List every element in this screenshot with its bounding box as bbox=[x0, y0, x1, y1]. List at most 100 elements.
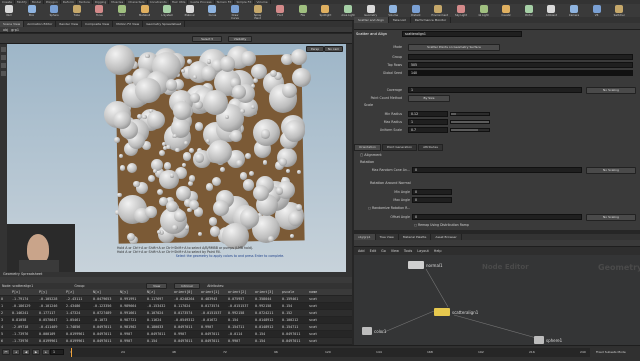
spreadsheet-column-header[interactable]: orient[2] bbox=[227, 289, 254, 295]
step-back-icon[interactable]: ◂ bbox=[12, 349, 20, 355]
node-name-field[interactable]: scatteralign1 bbox=[402, 31, 522, 37]
timeline-ruler[interactable]: 124487296120144168192216240 bbox=[70, 348, 590, 357]
shelf-tab[interactable]: Create bbox=[0, 0, 15, 4]
shelf-tab[interactable]: Muscles bbox=[109, 0, 127, 4]
max-radius-field[interactable]: 1 bbox=[408, 119, 448, 125]
offset-angle-field[interactable]: 0 bbox=[412, 214, 582, 220]
min-radius-slider[interactable] bbox=[450, 112, 490, 116]
spreadsheet-column-header[interactable]: orient[3] bbox=[254, 289, 281, 295]
network-menu-item[interactable]: Layout bbox=[417, 249, 429, 253]
table-row[interactable]: 5 -1.73976 0.000109 0.0199961 0.0497011 0.990… bbox=[0, 331, 352, 337]
play-icon[interactable]: ▶ bbox=[32, 349, 40, 355]
table-row[interactable]: 0 -1.79174 -0.105228 -2.43111 0.0479653 0.991… bbox=[0, 296, 352, 302]
spreadsheet-column-header[interactable]: orient[1] bbox=[200, 289, 227, 295]
params-subtab[interactable]: Point Generation bbox=[381, 144, 418, 151]
spreadsheet-column-header[interactable]: name bbox=[308, 289, 335, 295]
top-rows-field[interactable]: 505 bbox=[408, 62, 633, 68]
point-count-dropdown[interactable]: By Size bbox=[408, 95, 450, 102]
shelf-tab[interactable]: Modify bbox=[15, 0, 30, 4]
path-obj[interactable]: obj bbox=[3, 28, 8, 32]
scale-tool-icon[interactable] bbox=[1, 71, 6, 76]
selection-dropdown[interactable]: Select ▾ bbox=[192, 36, 222, 42]
node-scatteralign1[interactable]: scatteralign1 bbox=[434, 308, 478, 316]
playhead[interactable] bbox=[71, 348, 72, 357]
shelf-tool-button[interactable]: Box bbox=[25, 5, 39, 19]
node-sphere1[interactable]: sphere1 bbox=[534, 336, 562, 344]
max-random-field[interactable]: 0 bbox=[412, 167, 582, 173]
coverage-scaling-dropdown[interactable]: No Scaling bbox=[586, 87, 636, 94]
node-color1[interactable]: color1 bbox=[362, 327, 386, 335]
node-normal1[interactable]: normal1 bbox=[408, 261, 443, 269]
table-row[interactable]: 6 -1.73976 0.0199961 0.0199961 0.0497011 0.99… bbox=[0, 338, 352, 344]
spreadsheet-column-header[interactable]: orient[0] bbox=[173, 289, 200, 295]
coverage-field[interactable]: 1 bbox=[408, 87, 582, 93]
spreadsheet-column-header[interactable]: P[y] bbox=[38, 289, 65, 295]
shelf-tool-button[interactable]: Draw Curve bbox=[228, 5, 242, 20]
shelf-tool-button[interactable]: Grid bbox=[115, 5, 129, 19]
shelf-tool-button[interactable]: Torus bbox=[92, 5, 106, 19]
network-menu-item[interactable]: Help bbox=[434, 249, 442, 253]
max-angle-field[interactable]: 0 bbox=[412, 197, 452, 203]
network-menu-item[interactable]: Edit bbox=[370, 249, 377, 253]
current-frame-field[interactable]: 1 bbox=[50, 349, 64, 355]
shelf-tab[interactable]: Polygon bbox=[44, 0, 61, 4]
spreadsheet-column-header[interactable]: P[z] bbox=[65, 289, 92, 295]
spreadsheet-column-header[interactable]: P[x] bbox=[11, 289, 38, 295]
network-menu-item[interactable]: Tools bbox=[404, 249, 412, 253]
params-subtab[interactable]: Attributes bbox=[418, 144, 443, 151]
shelf-tab[interactable]: Hair Utils bbox=[170, 0, 189, 4]
uniform-scale-slider[interactable] bbox=[450, 128, 490, 132]
visibility-dropdown[interactable]: Visibility bbox=[228, 36, 252, 42]
shelf-tab[interactable]: Texture bbox=[77, 0, 93, 4]
shelf-tool-button[interactable]: Curve bbox=[205, 5, 219, 19]
shelf-tool-button[interactable]: Sphere bbox=[47, 5, 61, 19]
params-subtab[interactable]: Orientation bbox=[354, 144, 381, 151]
path-node[interactable]: grp1 bbox=[11, 28, 19, 32]
global-seed-field[interactable]: 140 bbox=[408, 70, 633, 76]
3d-viewport[interactable]: Persp No cam Hold A or Ctrl+A or Shift+A… bbox=[7, 44, 346, 272]
rotate-tool-icon[interactable] bbox=[1, 63, 6, 68]
network-menu-item[interactable]: Go bbox=[381, 249, 386, 253]
go-start-icon[interactable]: ⏮ bbox=[2, 349, 10, 355]
shelf-tab[interactable]: Model bbox=[30, 0, 44, 4]
network-menu-item[interactable]: Add bbox=[358, 249, 365, 253]
min-angle-field[interactable]: 0 bbox=[412, 189, 452, 195]
shelf-tool-button[interactable]: File bbox=[296, 5, 310, 19]
shelf-tab[interactable]: Volume bbox=[254, 0, 271, 4]
table-row[interactable]: 2 0.146241 0.177117 1.47324 0.0727489 0.99166… bbox=[0, 310, 352, 316]
step-forward-icon[interactable]: ▸ bbox=[42, 349, 50, 355]
spreadsheet-column-header[interactable]: N[y] bbox=[119, 289, 146, 295]
shelf-tab[interactable]: Guide Process bbox=[188, 0, 215, 4]
shelf-tab[interactable]: Constraints bbox=[148, 0, 170, 4]
shelf-tool-button[interactable]: Tube bbox=[70, 5, 84, 19]
offset-scaling-dropdown[interactable]: No Scaling bbox=[586, 214, 636, 221]
max-radius-slider[interactable] bbox=[450, 120, 490, 124]
shelf-tool-button[interactable]: Spotlight bbox=[318, 5, 332, 19]
table-row[interactable]: 3 0.81058 0.0578647 1.05461 -0.1073 0.987721 0… bbox=[0, 317, 352, 323]
move-tool-icon[interactable] bbox=[1, 55, 6, 60]
group-field[interactable] bbox=[408, 54, 633, 60]
spreadsheet-column-header[interactable]: pscale bbox=[281, 289, 308, 295]
spreadsheet-column-header[interactable]: N[z] bbox=[146, 289, 173, 295]
shelf-tool-button[interactable]: Area Light bbox=[341, 5, 355, 19]
shelf-tool-button[interactable]: Platonic bbox=[183, 5, 197, 19]
select-tool-icon[interactable] bbox=[1, 47, 6, 52]
play-reverse-icon[interactable]: ◀ bbox=[22, 349, 30, 355]
shelf-tool-button[interactable]: Metaball bbox=[138, 5, 152, 19]
table-row[interactable]: 1 -0.186129 -0.101246 2.43486 -0.123356 0.989… bbox=[0, 303, 352, 309]
max-random-scaling-dropdown[interactable]: No Scaling bbox=[586, 167, 636, 174]
shelf-tab[interactable]: Deform bbox=[61, 0, 77, 4]
shelf-tab[interactable]: Terrain FX bbox=[215, 0, 235, 4]
shelf-tab[interactable]: Rigging bbox=[93, 0, 110, 4]
uniform-scale-field[interactable]: 0.7 bbox=[408, 127, 448, 133]
shelf-tab[interactable]: Characters bbox=[126, 0, 148, 4]
network-editor[interactable]: Node Editor Geometry normal1 scatteralig… bbox=[354, 255, 640, 345]
table-row[interactable]: 4 -2.09718 -0.411409 1.74856 0.0497011 0.9819… bbox=[0, 324, 352, 330]
shelf-tool-button[interactable]: Font bbox=[273, 5, 287, 19]
mode-dropdown[interactable]: Scatter Points on Geometry Surface bbox=[408, 44, 500, 51]
min-radius-field[interactable]: 0.12 bbox=[408, 111, 448, 117]
spreadsheet-column-header[interactable]: N[x] bbox=[92, 289, 119, 295]
remap-checkbox[interactable]: ▢ Remap Using Distribution Ramp bbox=[414, 223, 469, 227]
shelf-tool-button[interactable]: L-System bbox=[160, 5, 174, 19]
network-menu-item[interactable]: View bbox=[391, 249, 399, 253]
